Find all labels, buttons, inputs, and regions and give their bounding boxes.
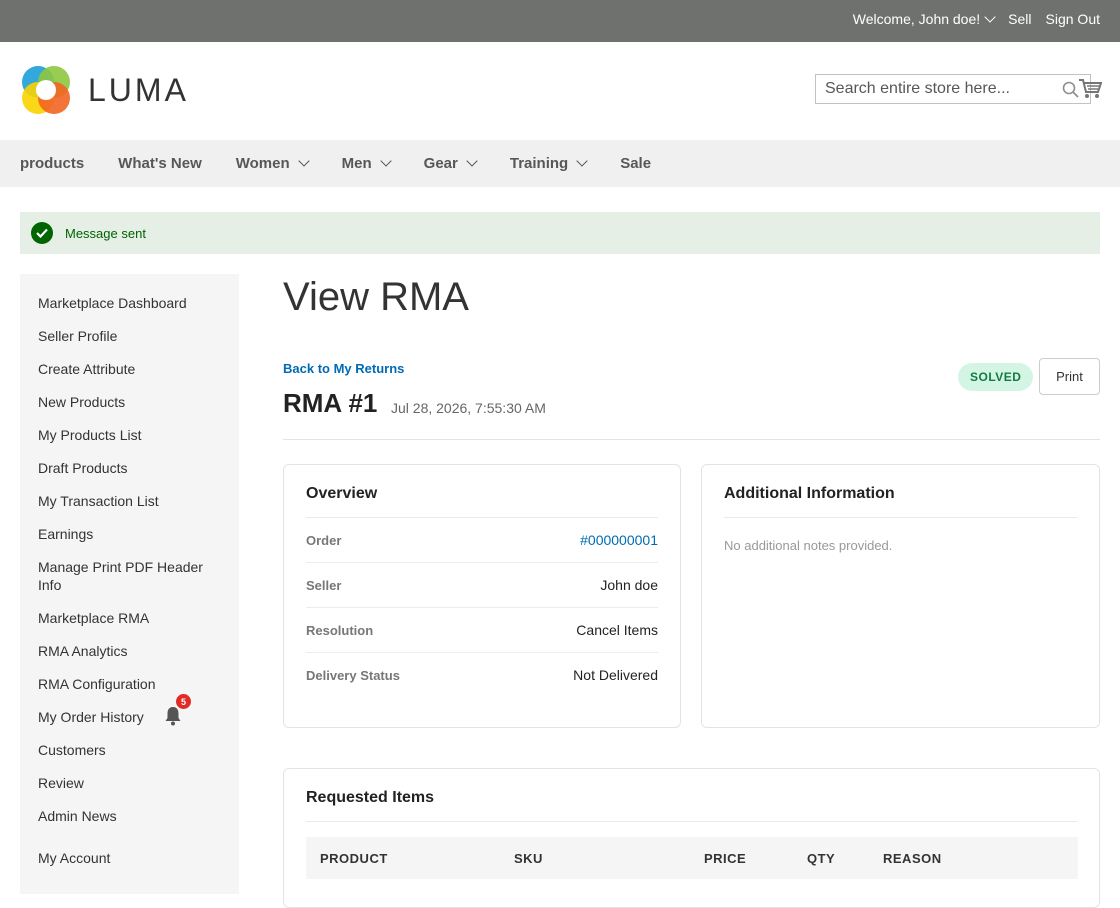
- sidebar-item-my-order-history[interactable]: My Order History 5: [38, 694, 218, 726]
- sidebar-item-admin-news[interactable]: Admin News: [38, 807, 218, 825]
- sidebar-item-rma-configuration[interactable]: RMA Configuration: [38, 675, 218, 693]
- sidebar-item-label: My Order History: [38, 709, 144, 725]
- chevron-down-icon: [576, 154, 588, 167]
- overview-title: Overview: [306, 485, 378, 502]
- sidebar-item-my-products-list[interactable]: My Products List: [38, 426, 218, 444]
- sidebar-item-new-products[interactable]: New Products: [38, 393, 218, 411]
- message-text: Message sent: [65, 225, 146, 241]
- cart-icon[interactable]: [1078, 78, 1102, 100]
- search-input[interactable]: [816, 75, 1064, 103]
- row-label: Delivery Status: [306, 667, 400, 683]
- nav-item-label: products: [20, 155, 85, 172]
- nav-item-sale[interactable]: Sale: [620, 155, 651, 172]
- row-value: Not Delivered: [573, 667, 658, 683]
- sidebar-item-my-account[interactable]: My Account: [38, 849, 218, 867]
- site-header: LUMA: [0, 42, 1120, 140]
- success-message: Message sent: [20, 212, 1100, 254]
- sidebar-item-marketplace-dashboard[interactable]: Marketplace Dashboard: [38, 294, 218, 312]
- nav-item-gear[interactable]: Gear: [423, 154, 478, 172]
- rma-number: RMA #1: [283, 388, 378, 418]
- chevron-down-icon: [379, 154, 392, 167]
- nav-item-label: What's New: [118, 155, 202, 172]
- overview-row-seller: Seller John doe: [306, 563, 658, 608]
- nav-item-label: Training: [509, 155, 569, 172]
- sidebar-item-earnings[interactable]: Earnings: [38, 525, 218, 543]
- notification-count-badge: 5: [176, 694, 191, 709]
- additional-info-title: Additional Information: [724, 485, 895, 502]
- requested-items-card: Requested Items PRODUCT SKU PRICE QTY RE…: [283, 768, 1100, 908]
- nav-item-label: Gear: [423, 155, 458, 172]
- sidebar-item-customers[interactable]: Customers: [38, 741, 218, 759]
- welcome-menu[interactable]: Welcome, John doe!: [852, 11, 996, 27]
- sidebar-item-rma-analytics[interactable]: RMA Analytics: [38, 642, 218, 660]
- sidebar-item-create-attribute[interactable]: Create Attribute: [38, 360, 218, 378]
- check-circle-icon: [31, 222, 53, 244]
- account-sidebar: Marketplace Dashboard Seller Profile Cre…: [20, 274, 239, 894]
- luma-logo-icon: [22, 66, 70, 114]
- nav-item-label: Women: [235, 155, 290, 172]
- back-to-returns-link[interactable]: Back to My Returns: [283, 361, 404, 376]
- divider: [283, 439, 1100, 440]
- nav-item-men[interactable]: Men: [341, 154, 392, 172]
- additional-info-card: Additional Information No additional not…: [701, 464, 1100, 728]
- requested-items-table: PRODUCT SKU PRICE QTY REASON: [306, 837, 1078, 879]
- chevron-down-icon: [466, 154, 478, 167]
- divider: [306, 821, 1077, 822]
- sidebar-item-seller-profile[interactable]: Seller Profile: [38, 327, 218, 345]
- table-header-row: PRODUCT SKU PRICE QTY REASON: [306, 837, 1078, 879]
- row-label: Resolution: [306, 622, 374, 638]
- sign-out-link[interactable]: Sign Out: [1046, 11, 1100, 27]
- welcome-text: Welcome, John doe!: [852, 11, 981, 27]
- notification-bell-icon[interactable]: 5: [164, 694, 191, 730]
- row-label: Seller: [306, 577, 342, 593]
- overview-row-resolution: Resolution Cancel Items: [306, 608, 658, 653]
- chevron-down-icon: [984, 11, 996, 23]
- row-value: John doe: [600, 577, 658, 593]
- order-link[interactable]: #000000001: [580, 532, 658, 548]
- column-header-product[interactable]: PRODUCT: [306, 837, 500, 879]
- column-header-price[interactable]: PRICE: [690, 837, 793, 879]
- chevron-down-icon: [297, 154, 310, 167]
- page-title: View RMA: [283, 275, 469, 319]
- additional-info-note: No additional notes provided.: [724, 538, 893, 553]
- row-value: Cancel Items: [576, 622, 658, 638]
- nav-item-training[interactable]: Training: [509, 154, 588, 172]
- requested-items-title: Requested Items: [306, 789, 435, 806]
- sidebar-item-marketplace-rma[interactable]: Marketplace RMA: [38, 609, 218, 627]
- search-box: [815, 74, 1091, 104]
- nav-item-label: Men: [341, 155, 372, 172]
- top-bar: Welcome, John doe! Sell Sign Out: [0, 0, 1120, 42]
- sidebar-item-manage-print-pdf-header-info[interactable]: Manage Print PDF Header Info: [38, 558, 218, 594]
- row-label: Order: [306, 532, 342, 548]
- logo[interactable]: LUMA: [20, 64, 189, 116]
- column-header-sku[interactable]: SKU: [500, 837, 690, 879]
- nav-item-label: Sale: [620, 155, 652, 172]
- print-button[interactable]: Print: [1039, 358, 1100, 395]
- main-nav: products What's New Women Men Gear Train…: [0, 140, 1120, 187]
- column-header-qty[interactable]: QTY: [793, 837, 869, 879]
- nav-item-products[interactable]: products: [20, 155, 84, 172]
- rma-date: Jul 28, 2026, 7:55:30 AM: [391, 400, 546, 416]
- overview-card: Overview Order #000000001 Seller John do…: [283, 464, 681, 728]
- status-badge: SOLVED: [958, 363, 1034, 391]
- overview-row-delivery-status: Delivery Status Not Delivered: [306, 653, 658, 697]
- sell-link[interactable]: Sell: [1008, 11, 1031, 27]
- logo-text: LUMA: [88, 71, 189, 108]
- sidebar-item-my-transaction-list[interactable]: My Transaction List: [38, 492, 218, 510]
- sidebar-item-review[interactable]: Review: [38, 774, 218, 792]
- sidebar-item-draft-products[interactable]: Draft Products: [38, 459, 218, 477]
- nav-item-whats-new[interactable]: What's New: [118, 155, 202, 172]
- overview-row-order: Order #000000001: [306, 518, 658, 563]
- nav-item-women[interactable]: Women: [235, 154, 310, 172]
- column-header-reason[interactable]: REASON: [869, 837, 1078, 879]
